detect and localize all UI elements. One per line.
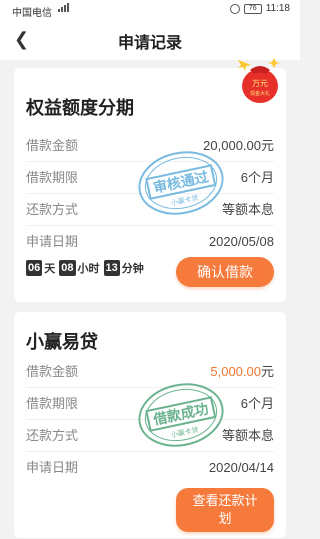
approved-stamp: 审核通过 小赢卡贷 xyxy=(134,146,228,225)
row-label: 还款方式 xyxy=(26,428,79,443)
row-label: 借款金额 xyxy=(26,138,79,153)
nav-bar: ❮ 申请记录 xyxy=(0,20,300,60)
loan-success-stamp: 借款成功 小赢卡贷 xyxy=(134,378,228,457)
promo-line1: 万元 xyxy=(252,79,268,88)
minutes-box: 13 xyxy=(103,260,120,276)
hours-unit: 小时 xyxy=(77,263,100,275)
row-label: 借款期限 xyxy=(26,170,79,185)
application-card: 小赢易贷 借款金额 5,000.00元 借款期限 6个月 还款方式 等额本息 申… xyxy=(14,312,286,538)
countdown-timer: 06 天 08 小时 13 分钟 xyxy=(26,260,146,276)
button-line1: 查看还款计 xyxy=(192,493,258,508)
carrier-label: 中国电信 xyxy=(12,8,52,19)
product-title: 小赢易贷 xyxy=(26,332,98,352)
row-label: 借款期限 xyxy=(26,396,79,411)
button-line2: 划 xyxy=(218,511,232,526)
minutes-unit: 分钟 xyxy=(121,263,144,275)
battery-icon: 76 xyxy=(243,3,262,14)
alarm-icon xyxy=(229,3,240,14)
row-value: 等额本息 xyxy=(221,428,274,443)
row-value: 6个月 xyxy=(240,170,274,185)
row-label: 还款方式 xyxy=(26,202,79,217)
page-title: 申请记录 xyxy=(117,35,182,52)
row-label: 申请日期 xyxy=(26,234,79,249)
apply-date-row: 申请日期 2020/05/08 xyxy=(26,226,274,258)
status-bar: 中国电信 76 11:18 xyxy=(0,0,300,20)
confirm-loan-button[interactable]: 确认借款 xyxy=(176,257,274,287)
row-value: 6个月 xyxy=(240,396,274,411)
view-repayment-plan-button[interactable]: 查看还款计 划 xyxy=(176,488,274,532)
hours-box: 08 xyxy=(59,260,76,276)
row-label: 借款金额 xyxy=(26,364,79,379)
cash-gift-promo-icon[interactable]: 万元 现金大礼 xyxy=(230,56,288,108)
days-unit: 天 xyxy=(44,263,56,275)
promo-line2: 现金大礼 xyxy=(250,90,270,97)
row-label: 申请日期 xyxy=(26,460,79,475)
row-value: 2020/05/08 xyxy=(208,234,274,249)
signal-icon xyxy=(58,3,69,12)
amount-unit: 元 xyxy=(260,364,274,379)
amount-number: 5,000.00 xyxy=(210,364,261,379)
row-value: 等额本息 xyxy=(221,202,274,217)
days-box: 06 xyxy=(26,260,43,276)
clock: 11:18 xyxy=(265,3,290,14)
product-title: 权益额度分期 xyxy=(26,98,134,118)
